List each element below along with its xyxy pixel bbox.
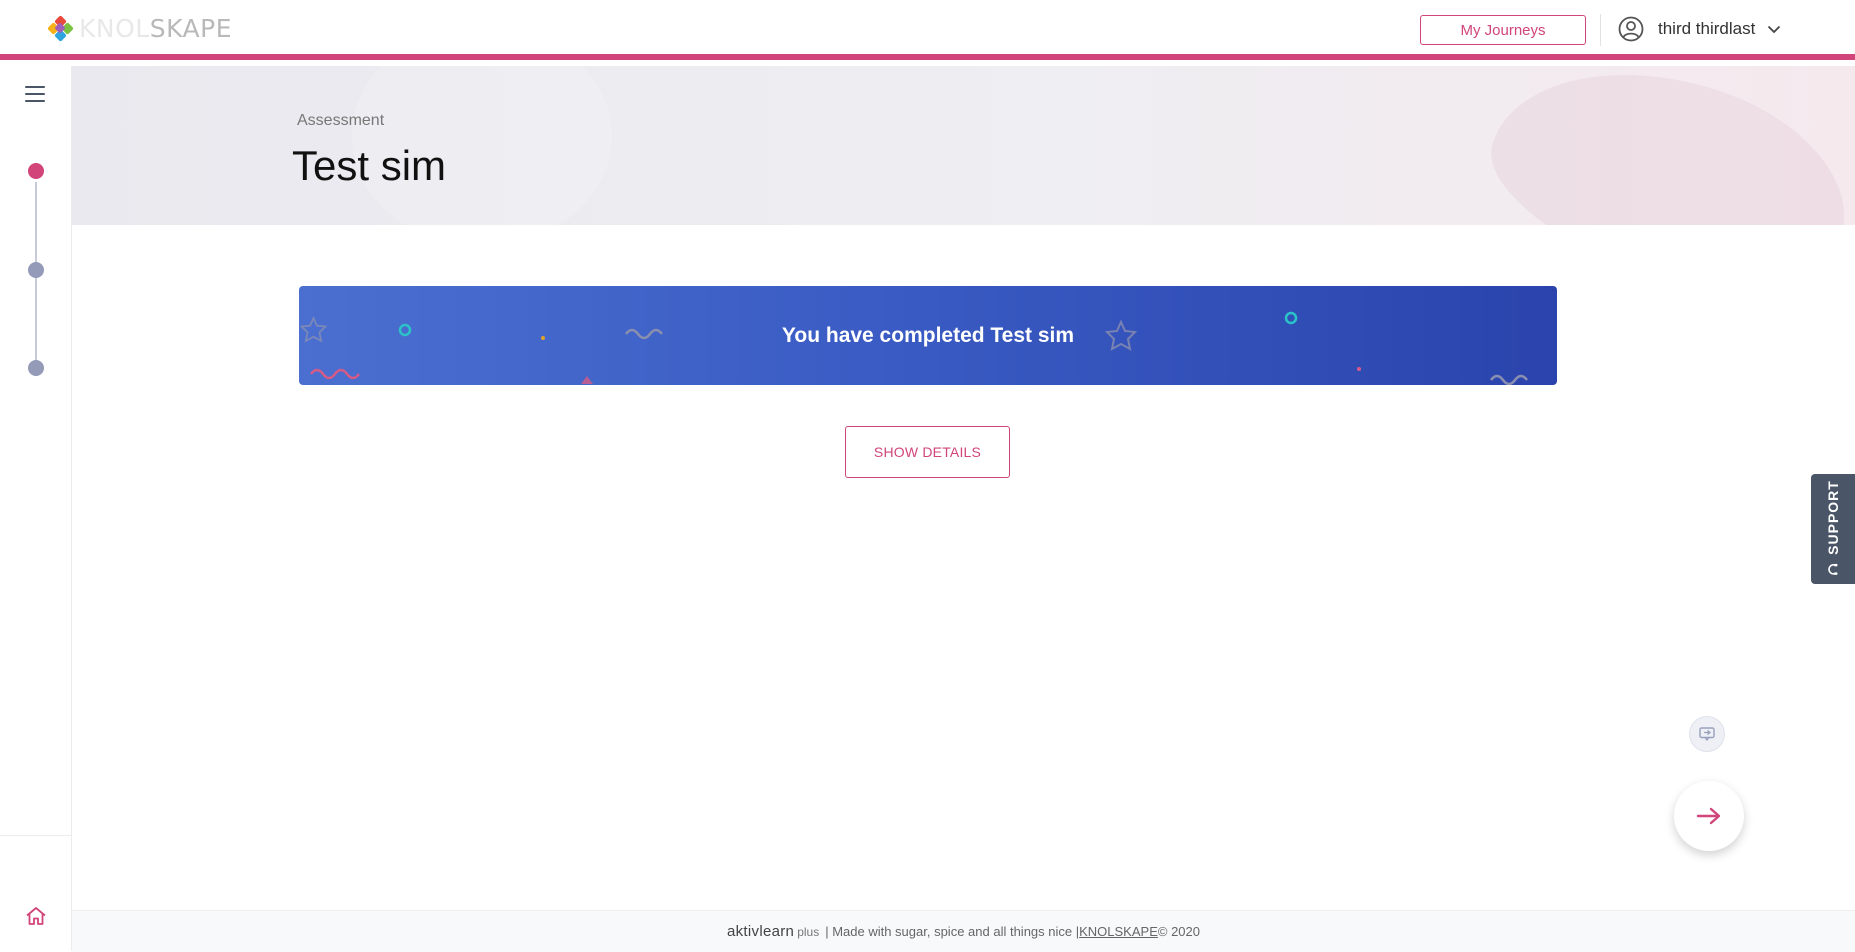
completion-banner: You have completed Test sim: [299, 286, 1557, 385]
chevron-down-icon[interactable]: [1767, 24, 1781, 34]
top-header: KNOLSKAPE My Journeys third thirdlast: [0, 0, 1855, 60]
completion-message: You have completed Test sim: [781, 323, 1075, 347]
left-sidebar: [0, 66, 72, 951]
arrow-right-icon: [1696, 807, 1721, 825]
page-footer: aktivlearn plus | Made with sugar, spice…: [72, 910, 1855, 952]
timeline-step-3[interactable]: [28, 360, 44, 376]
chat-icon[interactable]: [1689, 716, 1725, 752]
support-label: SUPPORT: [1825, 480, 1841, 555]
breadcrumb: Assessment: [297, 112, 385, 129]
sidebar-divider: [0, 835, 71, 836]
my-journeys-button[interactable]: My Journeys: [1420, 15, 1586, 45]
header-divider: [1600, 14, 1601, 46]
user-avatar-icon: [1618, 16, 1644, 42]
footer-copyright: © 2020: [1157, 924, 1200, 939]
show-details-button[interactable]: SHOW DETAILS: [845, 426, 1010, 478]
next-button[interactable]: [1674, 781, 1744, 851]
footer-tagline: | Made with sugar, spice and all things …: [825, 924, 1080, 939]
timeline-step-1[interactable]: [28, 163, 44, 179]
knolskape-link[interactable]: KNOLSKAPE: [1079, 924, 1158, 939]
support-tab[interactable]: SUPPORT: [1811, 474, 1855, 584]
page-hero: Assessment Test sim: [72, 66, 1855, 225]
aktivlearn-plus: plus: [797, 924, 820, 939]
home-icon[interactable]: [25, 906, 47, 926]
support-headset-icon: [1827, 563, 1837, 575]
logo-icon: [47, 14, 75, 43]
aktivlearn-brand: aktivlearn: [726, 923, 795, 940]
hamburger-menu-icon[interactable]: [25, 86, 45, 104]
logo-text: KNOLSKAPE: [79, 14, 233, 43]
hero-decoration: [1467, 66, 1855, 225]
page-title: Test sim: [292, 142, 447, 189]
timeline-step-2[interactable]: [28, 262, 44, 278]
user-name: third thirdlast: [1658, 19, 1756, 38]
user-menu[interactable]: third thirdlast: [1618, 16, 1781, 42]
knolskape-logo[interactable]: KNOLSKAPE: [47, 14, 232, 43]
